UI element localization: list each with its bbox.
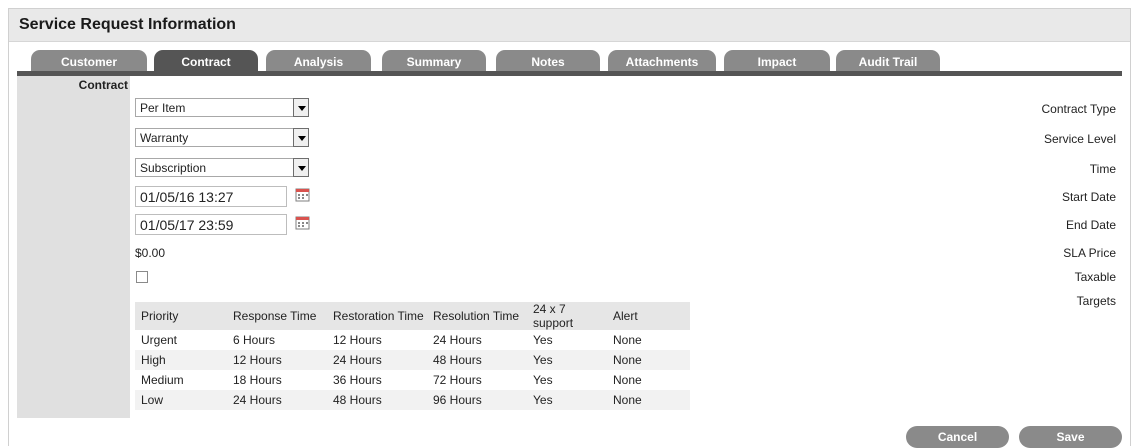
tab-audit-trail[interactable]: Audit Trail	[836, 50, 940, 73]
column-header: Alert	[607, 302, 690, 330]
table-cell: 24 Hours	[227, 390, 327, 410]
table-cell: Yes	[533, 373, 553, 387]
calendar-icon[interactable]	[295, 187, 310, 202]
service-level-label: Service Level	[1043, 132, 1116, 146]
table-cell: Yes	[527, 350, 607, 370]
sla-price-value: $0.00	[135, 246, 166, 260]
table-row: Medium 18 Hours 36 Hours 72 Hours Yes No…	[135, 370, 690, 390]
table-cell: None	[613, 333, 642, 347]
table-cell: 48 Hours	[427, 350, 527, 370]
tab-customer[interactable]: Customer	[31, 50, 147, 73]
chevron-down-icon[interactable]	[293, 128, 309, 147]
page-header: Service Request Information	[9, 9, 1130, 42]
chevron-down-icon[interactable]	[293, 98, 309, 117]
time-value: Subscription	[140, 161, 207, 175]
taxable-checkbox[interactable]	[136, 271, 148, 283]
table-cell: 96 Hours	[427, 390, 527, 410]
table-cell: 24 Hours	[433, 333, 482, 347]
sla-price-label: SLA Price	[1063, 246, 1116, 260]
contract-form: Contract Contract Type Per Item Service …	[17, 76, 1117, 418]
time-label: Time	[1089, 162, 1116, 176]
service-level-select[interactable]: Warranty	[135, 128, 309, 147]
calendar-icon[interactable]	[295, 215, 310, 230]
taxable-label: Taxable	[1074, 270, 1116, 284]
table-cell: 48 Hours	[327, 390, 427, 410]
table-cell: None	[607, 390, 690, 410]
table-cell: None	[607, 350, 690, 370]
tab-analysis[interactable]: Analysis	[266, 50, 371, 73]
tab-contract[interactable]: Contract	[154, 50, 258, 73]
column-header: 24 x 7 support	[527, 302, 607, 330]
table-cell: 12 Hours	[227, 350, 327, 370]
column-header: Restoration Time	[327, 302, 427, 330]
end-date-input[interactable]: 01/05/17 23:59	[135, 214, 287, 235]
table-cell: 36 Hours	[333, 373, 382, 387]
tab-impact[interactable]: Impact	[724, 50, 830, 73]
time-select[interactable]: Subscription	[135, 158, 309, 177]
service-level-value: Warranty	[140, 131, 189, 145]
section-title: Contract	[78, 78, 128, 92]
contract-type-value: Per Item	[140, 101, 186, 115]
chevron-down-icon[interactable]	[293, 158, 309, 177]
table-cell: 72 Hours	[433, 373, 482, 387]
label-column	[17, 76, 130, 418]
table-header-row: Priority Response Time Restoration Time …	[135, 302, 690, 330]
end-date-label: End Date	[1065, 218, 1116, 232]
contract-type-select[interactable]: Per Item	[135, 98, 309, 117]
contract-type-label: Contract Type	[1041, 102, 1116, 116]
column-header: Priority	[135, 302, 227, 330]
targets-label: Targets	[1076, 294, 1116, 308]
tab-attachments[interactable]: Attachments	[608, 50, 716, 73]
table-row: High 12 Hours 24 Hours 48 Hours Yes None	[135, 350, 690, 370]
table-cell: 6 Hours	[233, 333, 276, 347]
table-row: Urgent 6 Hours 12 Hours 24 Hours Yes Non…	[135, 330, 690, 350]
table-row: Low 24 Hours 48 Hours 96 Hours Yes None	[135, 390, 690, 410]
table-cell: Yes	[527, 390, 607, 410]
table-cell: High	[135, 350, 227, 370]
table-cell: Yes	[533, 333, 553, 347]
tab-summary[interactable]: Summary	[382, 50, 486, 73]
start-date-input[interactable]: 01/05/16 13:27	[135, 186, 287, 207]
column-header: Resolution Time	[427, 302, 527, 330]
targets-table: Priority Response Time Restoration Time …	[135, 302, 690, 410]
column-header: Response Time	[227, 302, 327, 330]
service-request-panel: Service Request Information Customer Con…	[8, 8, 1131, 448]
table-cell: Medium	[141, 373, 184, 387]
table-cell: None	[613, 373, 642, 387]
start-date-label: Start Date	[1061, 190, 1116, 204]
tab-notes[interactable]: Notes	[496, 50, 600, 73]
table-cell: 24 Hours	[327, 350, 427, 370]
page-title: Service Request Information	[19, 16, 236, 33]
table-cell: Low	[135, 390, 227, 410]
table-cell: Urgent	[141, 333, 178, 347]
table-cell: 12 Hours	[333, 333, 382, 347]
table-cell: 18 Hours	[233, 373, 282, 387]
